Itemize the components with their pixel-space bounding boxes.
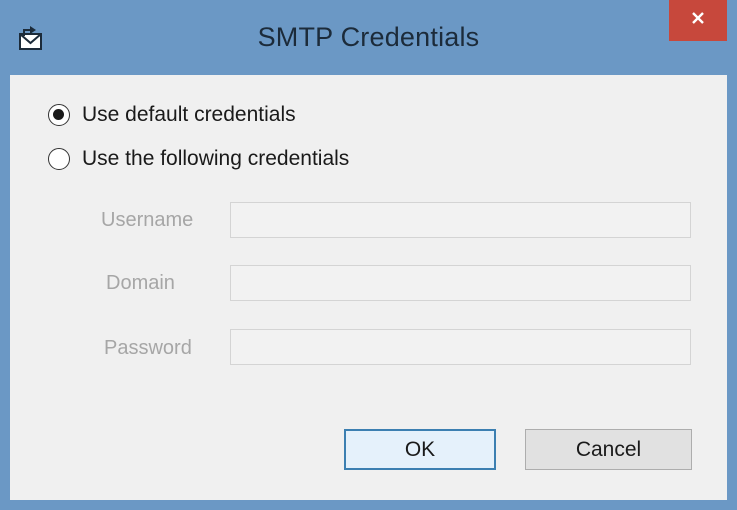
radio-label-following: Use the following credentials bbox=[82, 147, 350, 170]
domain-field[interactable] bbox=[230, 265, 691, 301]
password-field[interactable] bbox=[230, 329, 691, 365]
close-button[interactable] bbox=[669, 0, 727, 41]
title-bar[interactable]: SMTP Credentials bbox=[0, 0, 737, 75]
radio-button-unchecked[interactable] bbox=[48, 148, 70, 170]
dialog-body: Use default credentials Use the followin… bbox=[10, 75, 727, 500]
username-label: Username bbox=[101, 209, 194, 231]
radio-button-checked[interactable] bbox=[48, 104, 70, 126]
smtp-credentials-dialog: SMTP Credentials Use default credentials… bbox=[0, 0, 737, 510]
domain-label: Domain bbox=[106, 272, 175, 294]
ok-button[interactable]: OK bbox=[344, 429, 496, 470]
radio-default-credentials[interactable]: Use default credentials bbox=[48, 103, 296, 127]
radio-following-credentials[interactable]: Use the following credentials bbox=[48, 147, 349, 171]
username-field[interactable] bbox=[230, 202, 691, 238]
radio-label-default: Use default credentials bbox=[82, 103, 296, 126]
password-label: Password bbox=[104, 337, 192, 359]
close-icon bbox=[690, 10, 706, 31]
window-title: SMTP Credentials bbox=[257, 22, 480, 52]
cancel-button[interactable]: Cancel bbox=[525, 429, 692, 470]
